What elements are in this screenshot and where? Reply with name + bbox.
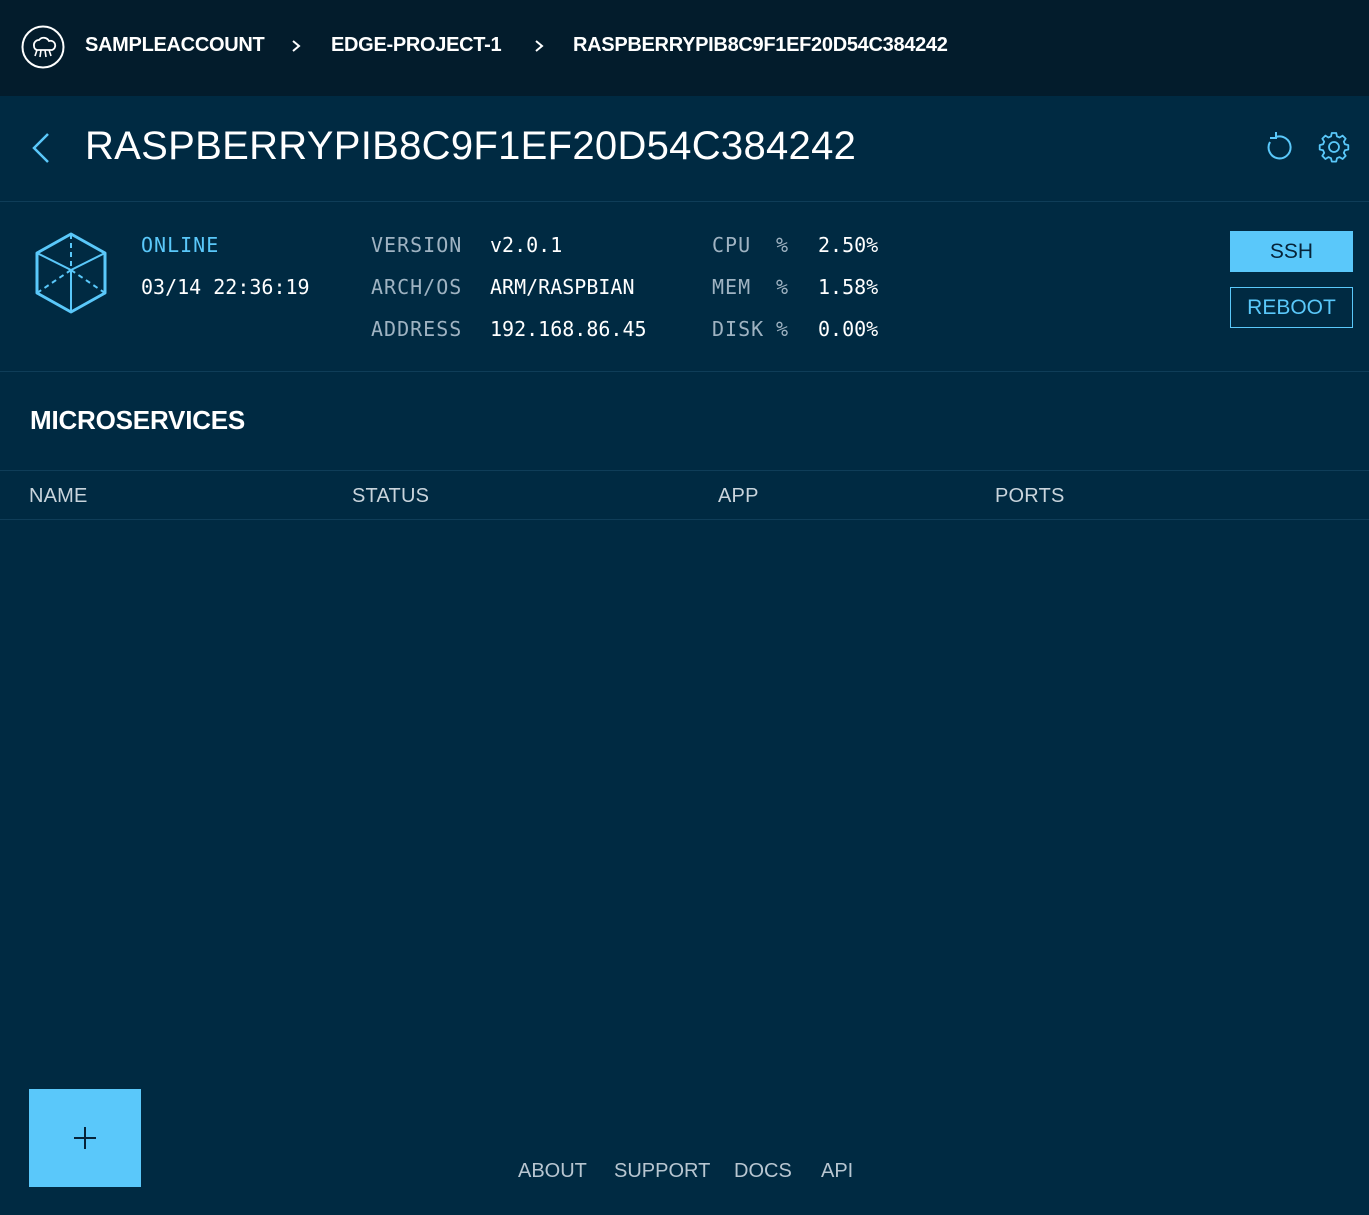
gear-icon[interactable] xyxy=(1317,130,1351,164)
cpu-unit: % xyxy=(776,233,790,257)
version-label: VERSION xyxy=(371,233,463,257)
microservices-title: MICROSERVICES xyxy=(30,405,246,435)
breadcrumb-account[interactable]: SAMPLEACCOUNT xyxy=(85,34,265,57)
reboot-button[interactable]: REBOOT xyxy=(1230,287,1353,328)
footer-link-about[interactable]: ABOUT xyxy=(518,1160,587,1183)
chevron-right-icon xyxy=(292,40,301,52)
chevron-left-icon[interactable] xyxy=(28,130,54,166)
footer-link-api[interactable]: API xyxy=(821,1160,853,1183)
mem-label: MEM xyxy=(712,275,752,299)
mem-value: 1.58% xyxy=(818,275,879,299)
breadcrumb-project[interactable]: EDGE-PROJECT-1 xyxy=(331,34,502,57)
status-online: ONLINE xyxy=(141,233,220,257)
arch-os-value: ARM/RASPBIAN xyxy=(490,275,635,299)
address-value: 192.168.86.45 xyxy=(490,317,647,341)
page-header: RASPBERRYPIB8C9F1EF20D54C384242 xyxy=(0,96,1369,202)
add-microservice-button[interactable] xyxy=(29,1089,141,1187)
footer-link-support[interactable]: SUPPORT xyxy=(614,1160,710,1183)
disk-unit: % xyxy=(776,317,790,341)
device-info-panel: ONLINE 03/14 22:36:19 VERSION v2.0.1 ARC… xyxy=(0,202,1369,372)
mem-unit: % xyxy=(776,275,790,299)
footer-link-docs[interactable]: DOCS xyxy=(734,1160,792,1183)
chevron-right-icon xyxy=(535,40,544,52)
cloud-network-icon[interactable] xyxy=(21,25,65,69)
arch-os-label: ARCH/OS xyxy=(371,275,463,299)
microservices-table-header: NAME STATUS APP PORTS xyxy=(0,470,1369,520)
version-value: v2.0.1 xyxy=(490,233,563,257)
column-header-name[interactable]: NAME xyxy=(29,485,88,508)
column-header-ports[interactable]: PORTS xyxy=(995,485,1065,508)
disk-label: DISK xyxy=(712,317,765,341)
last-seen-timestamp: 03/14 22:36:19 xyxy=(141,275,310,299)
ssh-button[interactable]: SSH xyxy=(1230,231,1353,272)
breadcrumb-device[interactable]: RASPBERRYPIB8C9F1EF20D54C384242 xyxy=(573,34,948,57)
cpu-value: 2.50% xyxy=(818,233,879,257)
top-bar: SAMPLEACCOUNT EDGE-PROJECT-1 RASPBERRYPI… xyxy=(0,0,1369,96)
refresh-icon[interactable] xyxy=(1261,130,1295,164)
address-label: ADDRESS xyxy=(371,317,463,341)
cube-icon xyxy=(35,232,107,314)
page-title: RASPBERRYPIB8C9F1EF20D54C384242 xyxy=(85,124,857,168)
column-header-app[interactable]: APP xyxy=(718,485,759,508)
disk-value: 0.00% xyxy=(818,317,879,341)
cpu-label: CPU xyxy=(712,233,752,257)
plus-icon xyxy=(74,1127,96,1149)
column-header-status[interactable]: STATUS xyxy=(352,485,429,508)
